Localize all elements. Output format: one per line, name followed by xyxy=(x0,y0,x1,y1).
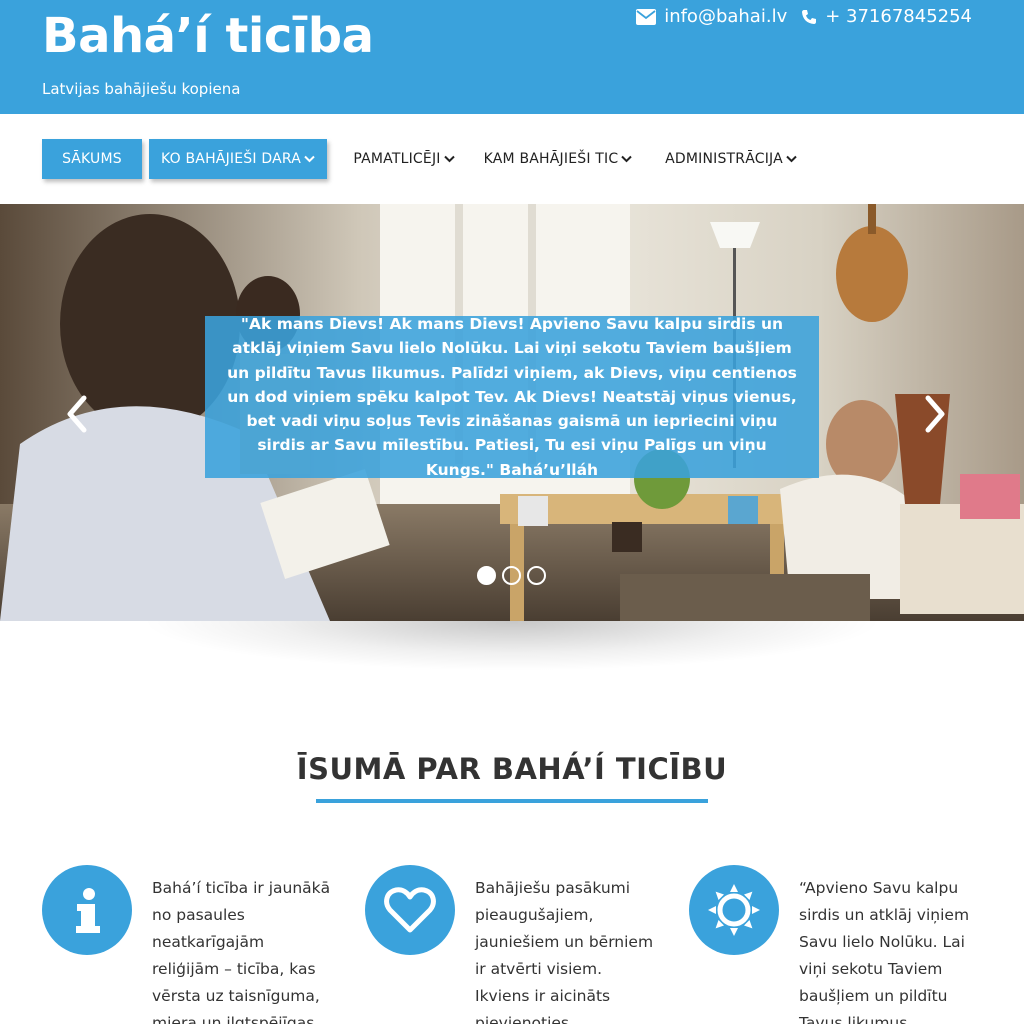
chevron-right-icon[interactable] xyxy=(920,394,950,434)
chevron-down-icon xyxy=(443,155,455,163)
nav-item-ko-bahajiesi-dara[interactable]: KO BAHĀJIEŠI DARA xyxy=(149,139,327,179)
email-link[interactable]: info@bahai.lv xyxy=(664,6,787,27)
feature-text: Bahá’í ticība ir jaunākā no pasaules nea… xyxy=(152,879,331,1024)
nav-item-pamatliceji[interactable]: PAMATLICĒJI xyxy=(344,139,464,179)
chevron-left-icon[interactable] xyxy=(62,394,92,434)
site-tagline: Latvijas bahājiešu kopiena xyxy=(42,80,241,98)
nav-label: SĀKUMS xyxy=(62,151,122,167)
hero-quote: "Ak mans Dievs! Ak mans Dievs! Apvieno S… xyxy=(227,314,797,479)
info-icon xyxy=(42,865,132,955)
nav-label: ADMINISTRĀCIJA xyxy=(665,151,783,167)
phone-icon xyxy=(802,9,817,24)
site-header: Bahá’í ticība Latvijas bahājiešu kopiena… xyxy=(0,0,1024,114)
chevron-down-icon xyxy=(304,155,315,163)
nav-item-sakums[interactable]: SĀKUMS xyxy=(42,139,142,179)
hero-slider: "Ak mans Dievs! Ak mans Dievs! Apvieno S… xyxy=(0,204,1024,621)
hero-quote-box: "Ak mans Dievs! Ak mans Dievs! Apvieno S… xyxy=(205,315,819,479)
main-nav: SĀKUMS KO BAHĀJIEŠI DARA PAMATLICĒJI KAM… xyxy=(0,114,1024,204)
contact-email[interactable]: info@bahai.lv xyxy=(636,6,787,27)
section-title: ĪSUMĀ PAR BAHÁ’Í TICĪBU xyxy=(296,752,728,786)
slider-dot[interactable] xyxy=(477,566,496,585)
site-title[interactable]: Bahá’í ticība xyxy=(42,8,374,64)
hero-shadow xyxy=(140,621,884,671)
title-underline xyxy=(316,799,708,803)
phone-link[interactable]: + 37167845254 xyxy=(825,6,972,27)
heart-icon xyxy=(365,865,455,955)
nav-label: KAM BAHĀJIEŠI TIC xyxy=(483,151,619,167)
chevron-down-icon xyxy=(786,155,797,163)
chevron-down-icon xyxy=(621,155,633,163)
nav-item-kam-bahajiesi-tic[interactable]: KAM BAHĀJIEŠI TIC xyxy=(478,139,638,179)
nav-item-administracija[interactable]: ADMINISTRĀCIJA xyxy=(656,139,806,179)
nav-label: PAMATLICĒJI xyxy=(353,151,441,167)
contact-bar: info@bahai.lv + 37167845254 xyxy=(636,6,972,27)
slider-dot[interactable] xyxy=(502,566,521,585)
nav-label: KO BAHĀJIEŠI DARA xyxy=(161,151,301,167)
feature-text: “Apvieno Savu kalpu sirdis un atklāj viņ… xyxy=(799,879,970,1024)
envelope-icon xyxy=(636,8,657,25)
slider-indicators xyxy=(477,566,546,585)
feature-text: Bahājiešu pasākumi pieaugušajiem, jaunie… xyxy=(475,879,654,1024)
contact-phone[interactable]: + 37167845254 xyxy=(801,6,972,27)
sun-icon xyxy=(689,865,779,955)
slider-dot[interactable] xyxy=(527,566,546,585)
